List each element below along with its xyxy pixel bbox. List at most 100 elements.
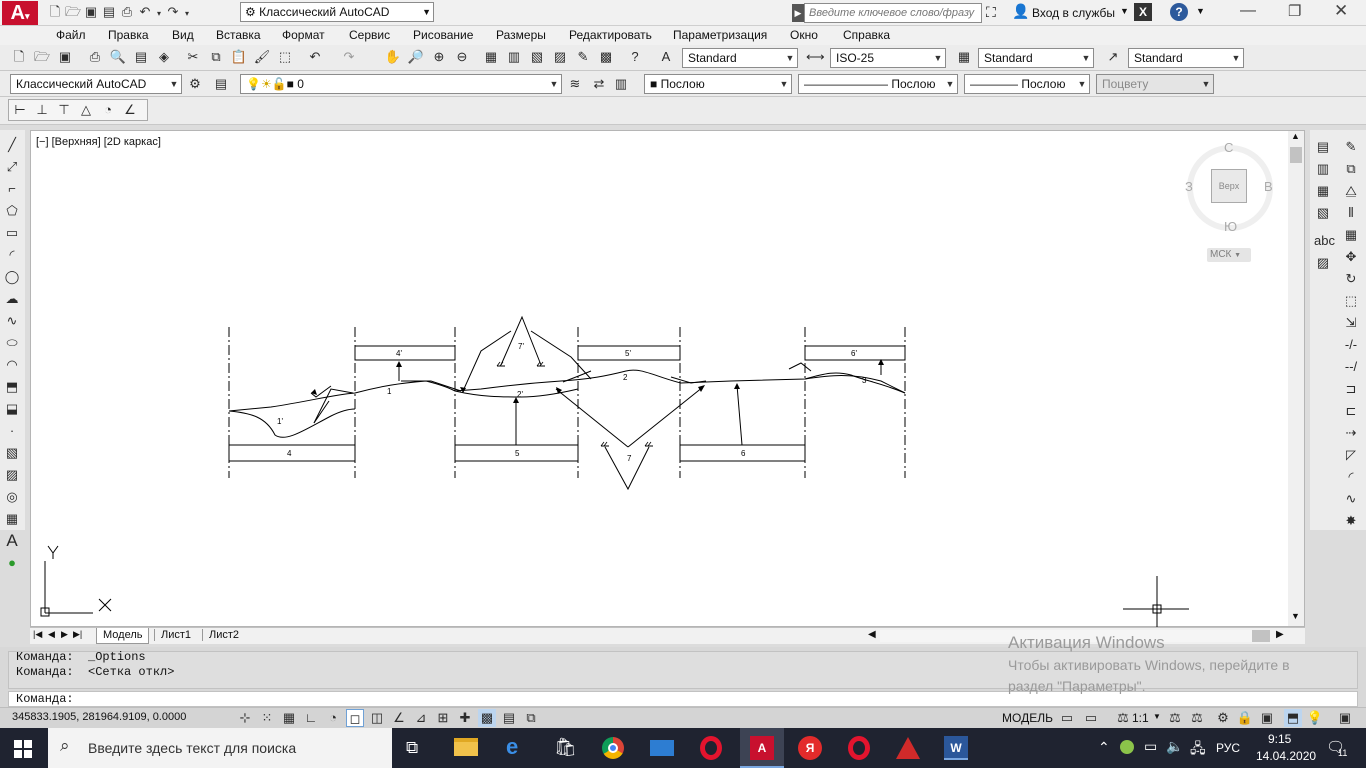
- scroll-down-icon[interactable]: ▼: [1291, 611, 1300, 621]
- text-style-icon[interactable]: A: [657, 48, 675, 66]
- spline-icon[interactable]: ∿: [3, 312, 21, 330]
- undo-icon[interactable]: ↶: [306, 48, 324, 66]
- explode-icon[interactable]: ✸: [1342, 512, 1360, 530]
- scale-icon[interactable]: ⬚: [1342, 292, 1360, 310]
- undo-dropdown-icon[interactable]: ▾: [154, 5, 164, 23]
- gradient-icon[interactable]: ▨: [3, 466, 21, 484]
- plot-icon[interactable]: ⎙: [86, 48, 104, 66]
- dim-aligned-icon[interactable]: △: [77, 101, 95, 119]
- point-icon[interactable]: ·: [3, 422, 21, 440]
- match-properties-icon[interactable]: 🖌: [253, 48, 271, 66]
- edge-icon[interactable]: e: [506, 734, 518, 760]
- scroll-thumb[interactable]: [1290, 147, 1302, 163]
- menu-modify[interactable]: Редактировать: [569, 28, 652, 42]
- store-icon[interactable]: 🛍: [554, 737, 577, 758]
- polyline-icon[interactable]: ⌐: [3, 180, 21, 198]
- design-center-icon[interactable]: ▥: [505, 48, 523, 66]
- annotation-scale-icon[interactable]: ⚖: [1114, 709, 1132, 727]
- open-icon[interactable]: 🗁: [64, 3, 82, 21]
- chamfer-icon[interactable]: ◸: [1342, 446, 1360, 464]
- tab-layout2[interactable]: Лист2: [202, 629, 245, 641]
- isolate-objects-icon[interactable]: ⬒: [1284, 709, 1302, 727]
- auto-scale-icon[interactable]: ⚖: [1188, 709, 1206, 727]
- ucs-menu[interactable]: МСК ▼: [1207, 248, 1251, 262]
- layer-off-icon[interactable]: ▧: [1314, 204, 1332, 222]
- ellipse-arc-icon[interactable]: ◠: [3, 356, 21, 374]
- mleader-style-combo[interactable]: Standard ▼: [1128, 48, 1244, 68]
- paste-icon[interactable]: 📋: [230, 48, 248, 66]
- save-icon[interactable]: ▣: [82, 3, 100, 21]
- sheet-set-icon[interactable]: ▨: [551, 48, 569, 66]
- selection-cycling-icon[interactable]: ⧉: [522, 709, 540, 727]
- break-icon[interactable]: ⊏: [1342, 402, 1360, 420]
- print-icon[interactable]: ⎙: [118, 3, 136, 21]
- properties-icon[interactable]: ▦: [482, 48, 500, 66]
- hscroll-right-icon[interactable]: ▶: [1276, 629, 1284, 640]
- tab-model[interactable]: Модель: [96, 628, 150, 644]
- new-icon[interactable]: 🗋: [46, 3, 64, 21]
- exchange-icon[interactable]: X: [1134, 3, 1152, 21]
- user-icon[interactable]: 👤: [1012, 3, 1029, 20]
- polygon-icon[interactable]: ⬠: [3, 202, 21, 220]
- region-icon[interactable]: ◎: [3, 488, 21, 506]
- model-space-button[interactable]: МОДЕЛЬ: [1002, 711, 1053, 725]
- clock-time[interactable]: 9:15: [1268, 732, 1291, 746]
- table-style-icon[interactable]: ▦: [955, 48, 973, 66]
- rotate-icon[interactable]: ↻: [1342, 270, 1360, 288]
- clock-date[interactable]: 14.04.2020: [1256, 749, 1316, 763]
- layer-previous-icon[interactable]: ⇄: [590, 75, 608, 93]
- revcloud-icon[interactable]: ☁: [3, 290, 21, 308]
- join-icon[interactable]: ⇢: [1342, 424, 1360, 442]
- stretch-icon[interactable]: ⇲: [1342, 314, 1360, 332]
- close-icon[interactable]: ✕: [1334, 1, 1348, 21]
- grid-icon[interactable]: ▦: [280, 709, 298, 727]
- battery-icon[interactable]: ▭: [1144, 738, 1157, 755]
- drawing-canvas[interactable]: [−] [Верхняя] [2D каркас] 4' 5' 6' 4 5 6…: [30, 130, 1305, 628]
- scroll-up-icon[interactable]: ▲: [1291, 131, 1300, 141]
- dim-vertical-icon[interactable]: ⊤: [55, 101, 73, 119]
- tray-app-icon[interactable]: [1120, 740, 1134, 754]
- redo-dropdown-icon[interactable]: ▾: [182, 5, 192, 23]
- workspace-combo[interactable]: ⚙ Классический AutoCAD ▼: [240, 2, 434, 22]
- menu-tools[interactable]: Сервис: [349, 28, 390, 42]
- layer-combo[interactable]: 💡☀🔓■ 0 ▼: [240, 74, 562, 94]
- menu-edit[interactable]: Правка: [108, 28, 149, 42]
- binoculars-icon[interactable]: ⛶: [986, 4, 996, 21]
- annotation-scale-value[interactable]: 1:1: [1132, 711, 1149, 725]
- layer-freeze-icon[interactable]: ▦: [1314, 182, 1332, 200]
- compass-west[interactable]: З: [1185, 179, 1193, 194]
- layer-state-icon[interactable]: ▥: [612, 75, 630, 93]
- linetype-combo[interactable]: ——————— Послою ▼: [798, 74, 958, 94]
- table-style-combo[interactable]: Standard ▼: [978, 48, 1094, 68]
- arc-icon[interactable]: ◜: [3, 246, 21, 264]
- ducs-icon[interactable]: ⊿: [412, 709, 430, 727]
- quick-properties-icon[interactable]: ▤: [500, 709, 518, 727]
- quick-view-drawings-icon[interactable]: ▭: [1082, 709, 1100, 727]
- line-icon[interactable]: ╱: [3, 136, 21, 154]
- expand-icon[interactable]: ▶: [792, 4, 804, 22]
- workspace-combo-2[interactable]: Классический AutoCAD ▼: [10, 74, 182, 94]
- preview-icon[interactable]: 🔍: [109, 48, 127, 66]
- saveas-icon[interactable]: ▤: [100, 3, 118, 21]
- viewcube-top-face[interactable]: Верх: [1211, 169, 1247, 203]
- tab-last-icon[interactable]: ▶|: [73, 629, 82, 640]
- hscroll-left-icon[interactable]: ◀: [868, 629, 876, 640]
- zoom-previous-icon[interactable]: ⊖: [453, 48, 471, 66]
- menu-dimension[interactable]: Размеры: [496, 28, 546, 42]
- otrack-icon[interactable]: ∠: [390, 709, 408, 727]
- menu-format[interactable]: Формат: [282, 28, 325, 42]
- insert-block-icon[interactable]: ⬒: [3, 378, 21, 396]
- menu-window[interactable]: Окно: [790, 28, 818, 42]
- fillet-icon[interactable]: ◜: [1342, 468, 1360, 486]
- copy-icon[interactable]: ⧉: [207, 48, 225, 66]
- compass-south[interactable]: Ю: [1224, 219, 1237, 234]
- mleader-style-icon[interactable]: ↗: [1104, 48, 1122, 66]
- block-editor-icon[interactable]: ⬚: [276, 48, 294, 66]
- restore-icon[interactable]: ❐: [1288, 2, 1301, 20]
- workspace-settings-icon[interactable]: ⚙: [186, 75, 204, 93]
- construction-line-icon[interactable]: ⤢: [3, 158, 21, 176]
- hatch-icon[interactable]: ▧: [3, 444, 21, 462]
- menu-draw[interactable]: Рисование: [413, 28, 473, 42]
- help-icon[interactable]: ?: [1170, 3, 1188, 21]
- redo-icon[interactable]: ↷: [340, 48, 358, 66]
